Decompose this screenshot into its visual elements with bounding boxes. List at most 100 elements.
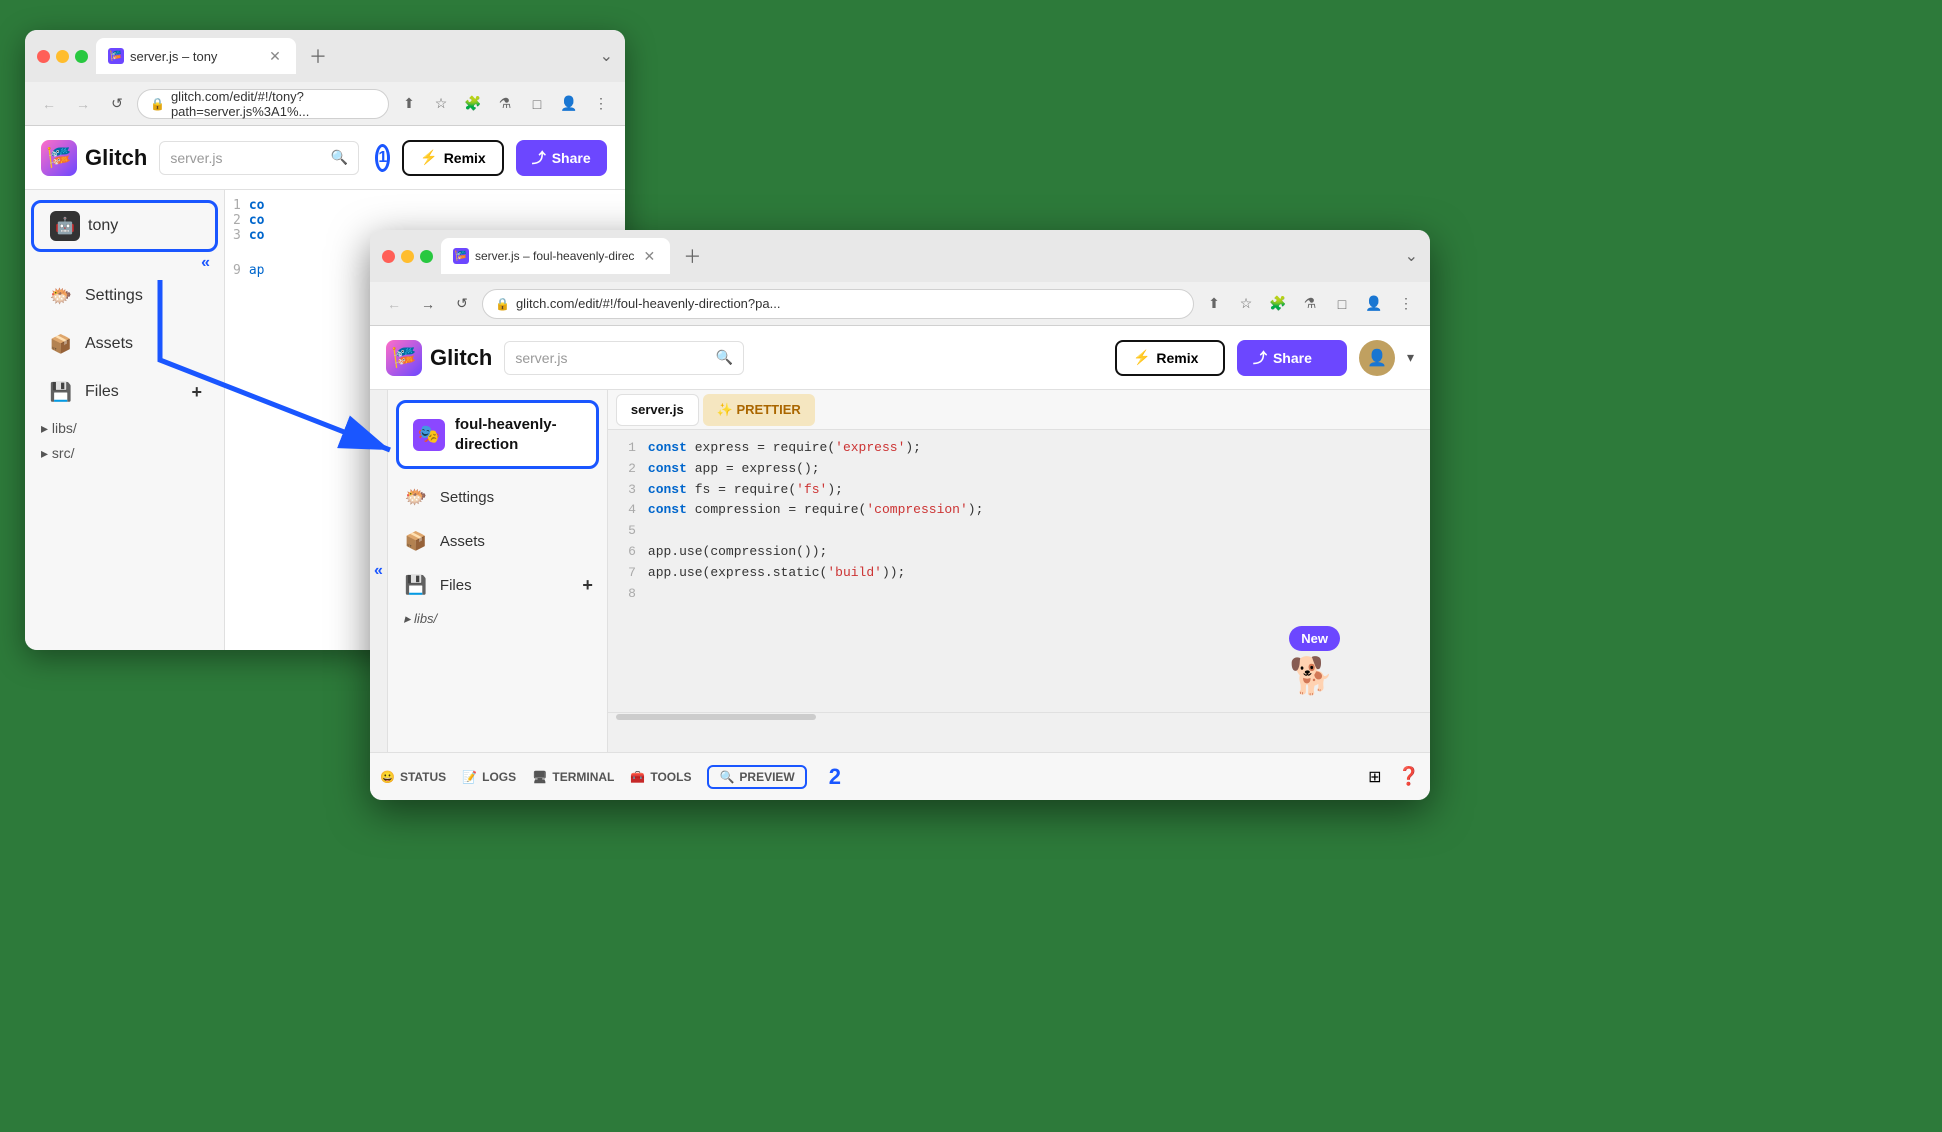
sidebar-assets-2[interactable]: 📦 Assets [388, 519, 607, 563]
new-tab-btn-2[interactable]: ＋ [678, 242, 706, 270]
sidebar-project-tony[interactable]: 🤖 tony [31, 200, 218, 252]
search-placeholder-1: server.js [170, 150, 222, 166]
glitch-logo-icon-2: 🎏 [386, 340, 422, 376]
forward-btn-2[interactable]: → [414, 290, 442, 318]
address-actions-2: ⬆ ☆ 🧩 ⚗ □ 👤 ⋮ [1200, 290, 1420, 318]
share-btn-1[interactable]: ⤴ Share [516, 140, 607, 176]
glitch-logo-1[interactable]: 🎏 Glitch [41, 140, 147, 176]
forward-btn-1[interactable]: → [69, 90, 97, 118]
sidebar-settings-1[interactable]: 🐡 Settings [31, 274, 218, 318]
sidebar-files-1[interactable]: 💾 Files + [31, 370, 218, 414]
profile-btn-1[interactable]: 👤 [555, 90, 583, 118]
code-tab-serverjs[interactable]: server.js [616, 394, 699, 426]
line-content-7: app.use(express.static('build')); [648, 563, 1430, 584]
new-tab-btn-1[interactable]: ＋ [304, 42, 332, 70]
line-num-4: 4 [608, 500, 648, 521]
extensions-btn-2[interactable]: 🧩 [1264, 290, 1292, 318]
code-line-4: 4 const compression = require('compressi… [608, 500, 1430, 521]
bookmark-btn-1[interactable]: ☆ [427, 90, 455, 118]
remix-btn-2[interactable]: ⚡ Remix [1115, 340, 1225, 376]
back-btn-2[interactable]: ← [380, 290, 408, 318]
preview-btn-2[interactable]: 🔍 PREVIEW [707, 765, 806, 789]
line-content-2: const app = express(); [648, 459, 1430, 480]
glitch-header-2: 🎏 Glitch server.js 🔍 ⚡ Remix ⤴ Share 👤 ▾ [370, 326, 1430, 390]
scrollbar-thumb-2[interactable] [616, 714, 816, 720]
sidebar-settings-2[interactable]: 🐡 Settings [388, 475, 607, 519]
browser-tab-1[interactable]: 🎏 server.js – tony ✕ [96, 38, 296, 74]
line-num-3: 3 [608, 480, 648, 501]
question-icon-2[interactable]: ❓ [1398, 766, 1420, 787]
titlebar-1: 🎏 server.js – tony ✕ ＋ ⌄ [25, 30, 625, 82]
browser-tab-2[interactable]: 🎏 server.js – foul-heavenly-direc ✕ [441, 238, 670, 274]
app-body-2: « 🎭 foul-heavenly-direction 🐡 Settings 📦… [370, 390, 1430, 752]
tab-close-2[interactable]: ✕ [640, 247, 658, 265]
sidebar-tree-src-1[interactable]: ▸ src/ [25, 441, 224, 466]
sidebar-assets-1[interactable]: 📦 Assets [31, 322, 218, 366]
code-line-5: 5 [608, 521, 1430, 542]
reader-btn-1[interactable]: □ [523, 90, 551, 118]
sidebar-project-foul-heavenly[interactable]: 🎭 foul-heavenly-direction [396, 400, 599, 469]
bookmark-btn-2[interactable]: ☆ [1232, 290, 1260, 318]
reload-btn-2[interactable]: ↺ [448, 290, 476, 318]
close-button-2[interactable] [382, 250, 395, 263]
glitch-logo-2[interactable]: 🎏 Glitch [386, 340, 492, 376]
flask-btn-2[interactable]: ⚗ [1296, 290, 1324, 318]
fullscreen-button-2[interactable] [420, 250, 433, 263]
sidebar-files-2[interactable]: 💾 Files + [388, 563, 607, 607]
traffic-lights-1 [37, 50, 88, 63]
menu-btn-1[interactable]: ⋮ [587, 90, 615, 118]
edit-icon-2: 📝 [462, 770, 477, 784]
search-box-2[interactable]: server.js 🔍 [504, 341, 744, 375]
grid-icon-2[interactable]: ⊞ [1368, 767, 1381, 787]
fullscreen-button-1[interactable] [75, 50, 88, 63]
tab-overflow-2[interactable]: ⌄ [1405, 246, 1418, 266]
collapse-sidebar-btn-1[interactable]: « [201, 254, 210, 272]
close-button-1[interactable] [37, 50, 50, 63]
reload-btn-1[interactable]: ↺ [103, 90, 131, 118]
code-line-7: 7 app.use(express.static('build')); [608, 563, 1430, 584]
flask-btn-1[interactable]: ⚗ [491, 90, 519, 118]
share-page-btn-2[interactable]: ⬆ [1200, 290, 1228, 318]
new-badge: New [1289, 626, 1340, 651]
status-label-2: STATUS [400, 770, 446, 784]
code-scrollbar-2[interactable] [608, 712, 1430, 720]
share-icon-2: ⤴ [1253, 348, 1267, 368]
terminal-btn-2[interactable]: 🖥 TERMINAL [532, 770, 614, 784]
extensions-btn-1[interactable]: 🧩 [459, 90, 487, 118]
address-field-2[interactable]: 🔒 glitch.com/edit/#!/foul-heavenly-direc… [482, 289, 1194, 319]
minimize-button-1[interactable] [56, 50, 69, 63]
address-field-1[interactable]: 🔒 glitch.com/edit/#!/tony?path=server.js… [137, 89, 389, 119]
logs-btn-2[interactable]: 📝 LOGS [462, 770, 516, 784]
sidebar-2: 🎭 foul-heavenly-direction 🐡 Settings 📦 A… [388, 390, 608, 752]
settings-label-1: Settings [85, 287, 143, 305]
add-file-btn-1[interactable]: + [191, 382, 202, 403]
search-icon-2: 🔍 [716, 349, 733, 366]
logs-label-2: LOGS [482, 770, 516, 784]
remix-btn-1[interactable]: ⚡ Remix [402, 140, 503, 176]
back-btn-1[interactable]: ← [35, 90, 63, 118]
profile-btn-2[interactable]: 👤 [1360, 290, 1388, 318]
files-icon-1: 💾 [47, 378, 75, 406]
addressbar-1: ← → ↺ 🔒 glitch.com/edit/#!/tony?path=ser… [25, 82, 625, 126]
reader-btn-2[interactable]: □ [1328, 290, 1356, 318]
add-file-btn-2[interactable]: + [582, 575, 593, 596]
tab-close-1[interactable]: ✕ [266, 47, 284, 65]
share-btn-2[interactable]: ⤴ Share [1237, 340, 1347, 376]
dropdown-btn-2[interactable]: ▾ [1407, 349, 1414, 366]
preview-icon-2: 🔍 [719, 770, 734, 784]
sidebar-tree-libs-1[interactable]: ▸ libs/ [25, 416, 224, 441]
avatar-2[interactable]: 👤 [1359, 340, 1395, 376]
search-box-1[interactable]: server.js 🔍 [159, 141, 359, 175]
collapse-btn-2[interactable]: « [374, 562, 383, 580]
files-label-2: Files [440, 577, 472, 594]
status-btn-2[interactable]: 😀 STATUS [380, 770, 446, 784]
collapse-area-2: « [370, 390, 388, 752]
tab-overflow-1[interactable]: ⌄ [600, 46, 613, 66]
minimize-button-2[interactable] [401, 250, 414, 263]
code-tab-prettier[interactable]: ✨ PRETTIER [703, 394, 815, 426]
sidebar-tree-libs-2[interactable]: ▸ libs/ [388, 607, 607, 631]
menu-btn-2[interactable]: ⋮ [1392, 290, 1420, 318]
tools-btn-2[interactable]: 🧰 TOOLS [630, 770, 691, 784]
url-text-2: glitch.com/edit/#!/foul-heavenly-directi… [516, 296, 780, 311]
share-page-btn-1[interactable]: ⬆ [395, 90, 423, 118]
